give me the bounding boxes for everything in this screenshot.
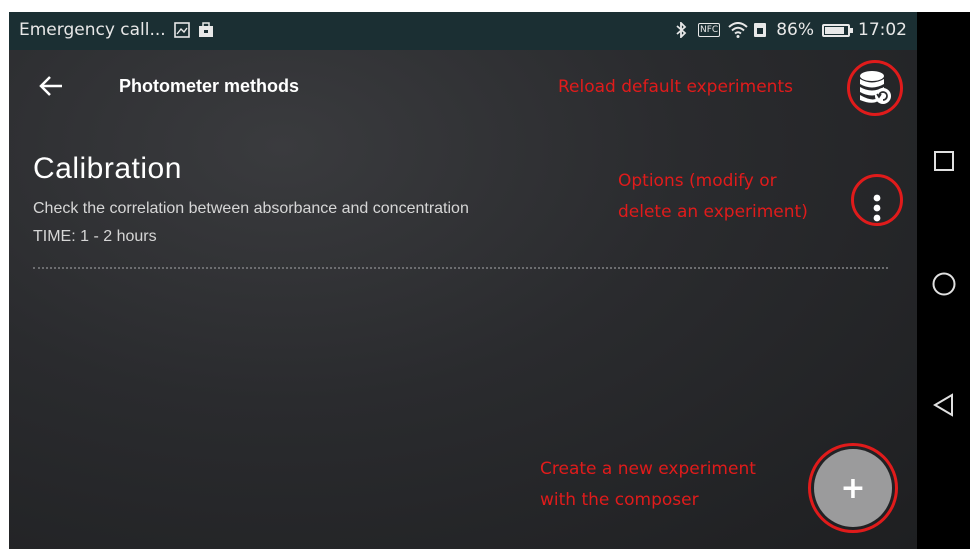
annotation-options-line1: Options (modify or	[618, 171, 777, 191]
arrow-left-icon	[39, 76, 62, 96]
battery-percent: 86%	[776, 20, 814, 40]
image-icon	[173, 22, 190, 38]
divider	[33, 267, 888, 269]
annotation-create-line1: Create a new experiment	[540, 459, 756, 479]
experiment-description: Check the correlation between absorbance…	[33, 200, 469, 217]
sim-icon	[752, 22, 768, 38]
page-title: Photometer methods	[119, 76, 300, 96]
navigation-bar	[917, 12, 970, 549]
annotation-ring-reload	[847, 60, 903, 116]
back-button[interactable]	[35, 70, 67, 102]
app-screen: Emergency call... NFC 86% 17:02 Photomet…	[9, 12, 917, 549]
annotation-create-line2: with the composer	[540, 490, 699, 510]
back-nav-button[interactable]	[917, 385, 970, 425]
nfc-icon: NFC	[698, 23, 721, 37]
battery-icon	[822, 23, 853, 37]
briefcase-icon	[198, 22, 214, 38]
clock: 17:02	[858, 20, 907, 40]
home-circle-icon	[932, 272, 955, 296]
bluetooth-icon	[674, 20, 690, 40]
annotation-ring-create	[808, 443, 898, 533]
annotation-reload: Reload default experiments	[558, 77, 793, 97]
status-bar: Emergency call... NFC 86% 17:02	[9, 12, 917, 50]
notification-text: Emergency call...	[19, 20, 166, 40]
wifi-icon	[728, 22, 748, 38]
recents-button[interactable]	[917, 141, 970, 181]
list-item[interactable]: Calibration Check the correlation betwee…	[9, 122, 917, 277]
back-triangle-icon	[932, 393, 953, 417]
annotation-ring-options	[851, 174, 903, 226]
experiment-time: TIME: 1 - 2 hours	[33, 228, 157, 245]
experiment-title: Calibration	[33, 152, 182, 185]
home-button[interactable]	[917, 264, 970, 304]
annotation-options-line2: delete an experiment)	[618, 202, 808, 222]
recents-square-icon	[933, 151, 954, 171]
